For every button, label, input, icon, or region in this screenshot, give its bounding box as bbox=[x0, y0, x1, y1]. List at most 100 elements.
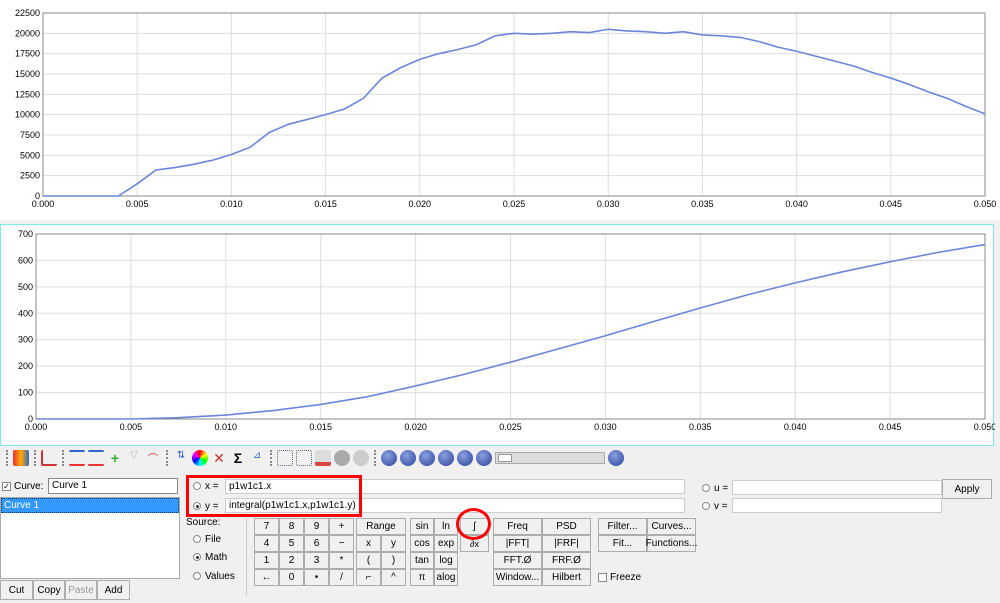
bottom-plot[interactable]: 0.000 0.005 0.010 0.015 0.020 0.025 0.030 0.035… bbox=[0, 224, 996, 446]
curve-checkbox[interactable]: ✓ Curve: bbox=[2, 481, 43, 492]
keypad-button[interactable]: 7 bbox=[254, 518, 279, 535]
signal-button[interactable]: Window... bbox=[493, 569, 542, 586]
source-math-label: Math bbox=[205, 552, 228, 563]
operator-button[interactable]: y bbox=[381, 535, 406, 552]
source-file-radio[interactable]: File bbox=[193, 534, 221, 545]
rewind-icon[interactable] bbox=[419, 450, 435, 466]
x-tick-label: 0.040 bbox=[784, 422, 807, 432]
filter-icon[interactable]: ▽ bbox=[126, 450, 142, 466]
y-tick-label: 700 bbox=[18, 229, 33, 239]
keypad-button[interactable]: 3 bbox=[304, 552, 329, 569]
source-file-label: File bbox=[205, 534, 222, 545]
v-expression-input[interactable] bbox=[732, 498, 942, 513]
curve-fx-icon[interactable] bbox=[88, 450, 104, 466]
fast-forward-icon[interactable] bbox=[457, 450, 473, 466]
source-math-radio[interactable]: Math bbox=[193, 552, 227, 563]
animation-mode-icon[interactable] bbox=[381, 450, 397, 466]
animation-settings-icon[interactable] bbox=[608, 450, 624, 466]
operator-button[interactable]: x bbox=[356, 535, 381, 552]
grid-icon[interactable] bbox=[277, 450, 293, 466]
function-button[interactable]: ln bbox=[434, 518, 458, 535]
function-button[interactable]: tan bbox=[410, 552, 434, 569]
source-values-label: Values bbox=[205, 571, 235, 582]
last-frame-icon[interactable] bbox=[476, 450, 492, 466]
highlight-circle bbox=[456, 508, 491, 540]
axis-icon[interactable] bbox=[41, 450, 57, 466]
x-tick-label: 0.020 bbox=[404, 422, 427, 432]
peak-icon[interactable]: ⌒ bbox=[145, 450, 161, 466]
measure-icon[interactable]: ⊿ bbox=[249, 450, 265, 466]
signal-button[interactable]: PSD bbox=[542, 518, 591, 535]
keypad-button[interactable]: • bbox=[304, 569, 329, 586]
y-tick-label: 500 bbox=[18, 282, 33, 292]
add-button[interactable]: Add bbox=[97, 580, 130, 600]
source-values-radio[interactable]: Values bbox=[193, 571, 235, 582]
play-icon[interactable] bbox=[438, 450, 454, 466]
animation-slider[interactable] bbox=[495, 452, 605, 464]
curve-list-item[interactable]: Curve 1 bbox=[1, 498, 179, 513]
y-tick-label: 2500 bbox=[20, 171, 40, 181]
curve-name-input[interactable]: Curve 1 bbox=[48, 478, 178, 494]
first-frame-icon[interactable] bbox=[400, 450, 416, 466]
cut-button[interactable]: Cut bbox=[0, 580, 33, 600]
keypad-button[interactable]: − bbox=[329, 535, 354, 552]
keypad-button[interactable]: 8 bbox=[279, 518, 304, 535]
u-radio[interactable]: u = bbox=[702, 483, 728, 494]
x-tick-label: 0.030 bbox=[594, 422, 617, 432]
curve-list-icon[interactable] bbox=[69, 450, 85, 466]
function-button[interactable]: π bbox=[410, 569, 434, 586]
keypad-button[interactable]: 1 bbox=[254, 552, 279, 569]
keypad-button[interactable]: 9 bbox=[304, 518, 329, 535]
keypad-button[interactable]: 6 bbox=[304, 535, 329, 552]
x-tick-label: 0.030 bbox=[597, 199, 620, 209]
page-icon[interactable] bbox=[315, 450, 331, 466]
function-button[interactable]: cos bbox=[410, 535, 434, 552]
crosshair-icon[interactable]: ✕ bbox=[211, 450, 227, 466]
settings-gray-icon[interactable] bbox=[353, 450, 369, 466]
color-wheel-icon[interactable] bbox=[192, 450, 208, 466]
copy-button[interactable]: Copy bbox=[33, 580, 65, 600]
operator-button[interactable]: Range bbox=[356, 518, 406, 535]
tool-button[interactable]: Fit... bbox=[598, 535, 647, 552]
function-button[interactable]: log bbox=[434, 552, 458, 569]
operator-button[interactable]: ( bbox=[356, 552, 381, 569]
operator-button[interactable]: ) bbox=[381, 552, 406, 569]
note-icon[interactable] bbox=[334, 450, 350, 466]
paste-button[interactable]: Paste bbox=[65, 580, 97, 600]
v-radio[interactable]: v = bbox=[702, 501, 728, 512]
keypad-button[interactable]: ← bbox=[254, 569, 279, 586]
curve-list[interactable]: Curve 1 bbox=[0, 497, 180, 579]
add-curve-icon[interactable]: + bbox=[107, 450, 123, 466]
function-button[interactable]: exp bbox=[434, 535, 458, 552]
tool-button[interactable]: Filter... bbox=[598, 518, 647, 535]
tool-button[interactable]: Functions... bbox=[646, 535, 697, 552]
tool-button[interactable]: Curves... bbox=[647, 518, 696, 535]
bar-chart-icon[interactable] bbox=[13, 450, 29, 466]
signal-button[interactable]: FFT.Ø bbox=[493, 552, 542, 569]
function-button[interactable]: sin bbox=[410, 518, 434, 535]
operator-button[interactable]: ^ bbox=[381, 569, 406, 586]
freeze-checkbox[interactable]: Freeze bbox=[598, 572, 641, 583]
keypad-button[interactable]: / bbox=[329, 569, 354, 586]
layout-icon[interactable] bbox=[296, 450, 312, 466]
y-tick-label: 5000 bbox=[20, 150, 40, 160]
keypad-button[interactable]: * bbox=[329, 552, 354, 569]
y-tick-label: 400 bbox=[18, 308, 33, 318]
top-plot[interactable]: 0.000 0.005 0.010 0.015 0.020 0.025 0.030 0.035… bbox=[0, 0, 1000, 220]
trace-icon[interactable]: ⇅ bbox=[173, 450, 189, 466]
signal-button[interactable]: |FRF| bbox=[542, 535, 591, 552]
keypad-button[interactable]: 0 bbox=[279, 569, 304, 586]
keypad-button[interactable]: 5 bbox=[279, 535, 304, 552]
operator-button[interactable]: ⌐ bbox=[356, 569, 381, 586]
keypad-button[interactable]: 2 bbox=[279, 552, 304, 569]
keypad-button[interactable]: + bbox=[329, 518, 354, 535]
signal-button[interactable]: Freq bbox=[493, 518, 542, 535]
sum-icon[interactable]: Σ bbox=[230, 450, 246, 466]
signal-button[interactable]: FRF.Ø bbox=[542, 552, 591, 569]
signal-button[interactable]: Hilbert bbox=[542, 569, 591, 586]
function-button[interactable]: alog bbox=[434, 569, 458, 586]
signal-button[interactable]: |FFT| bbox=[493, 535, 542, 552]
keypad-button[interactable]: 4 bbox=[254, 535, 279, 552]
u-expression-input[interactable] bbox=[732, 480, 942, 495]
apply-button[interactable]: Apply bbox=[942, 479, 992, 499]
